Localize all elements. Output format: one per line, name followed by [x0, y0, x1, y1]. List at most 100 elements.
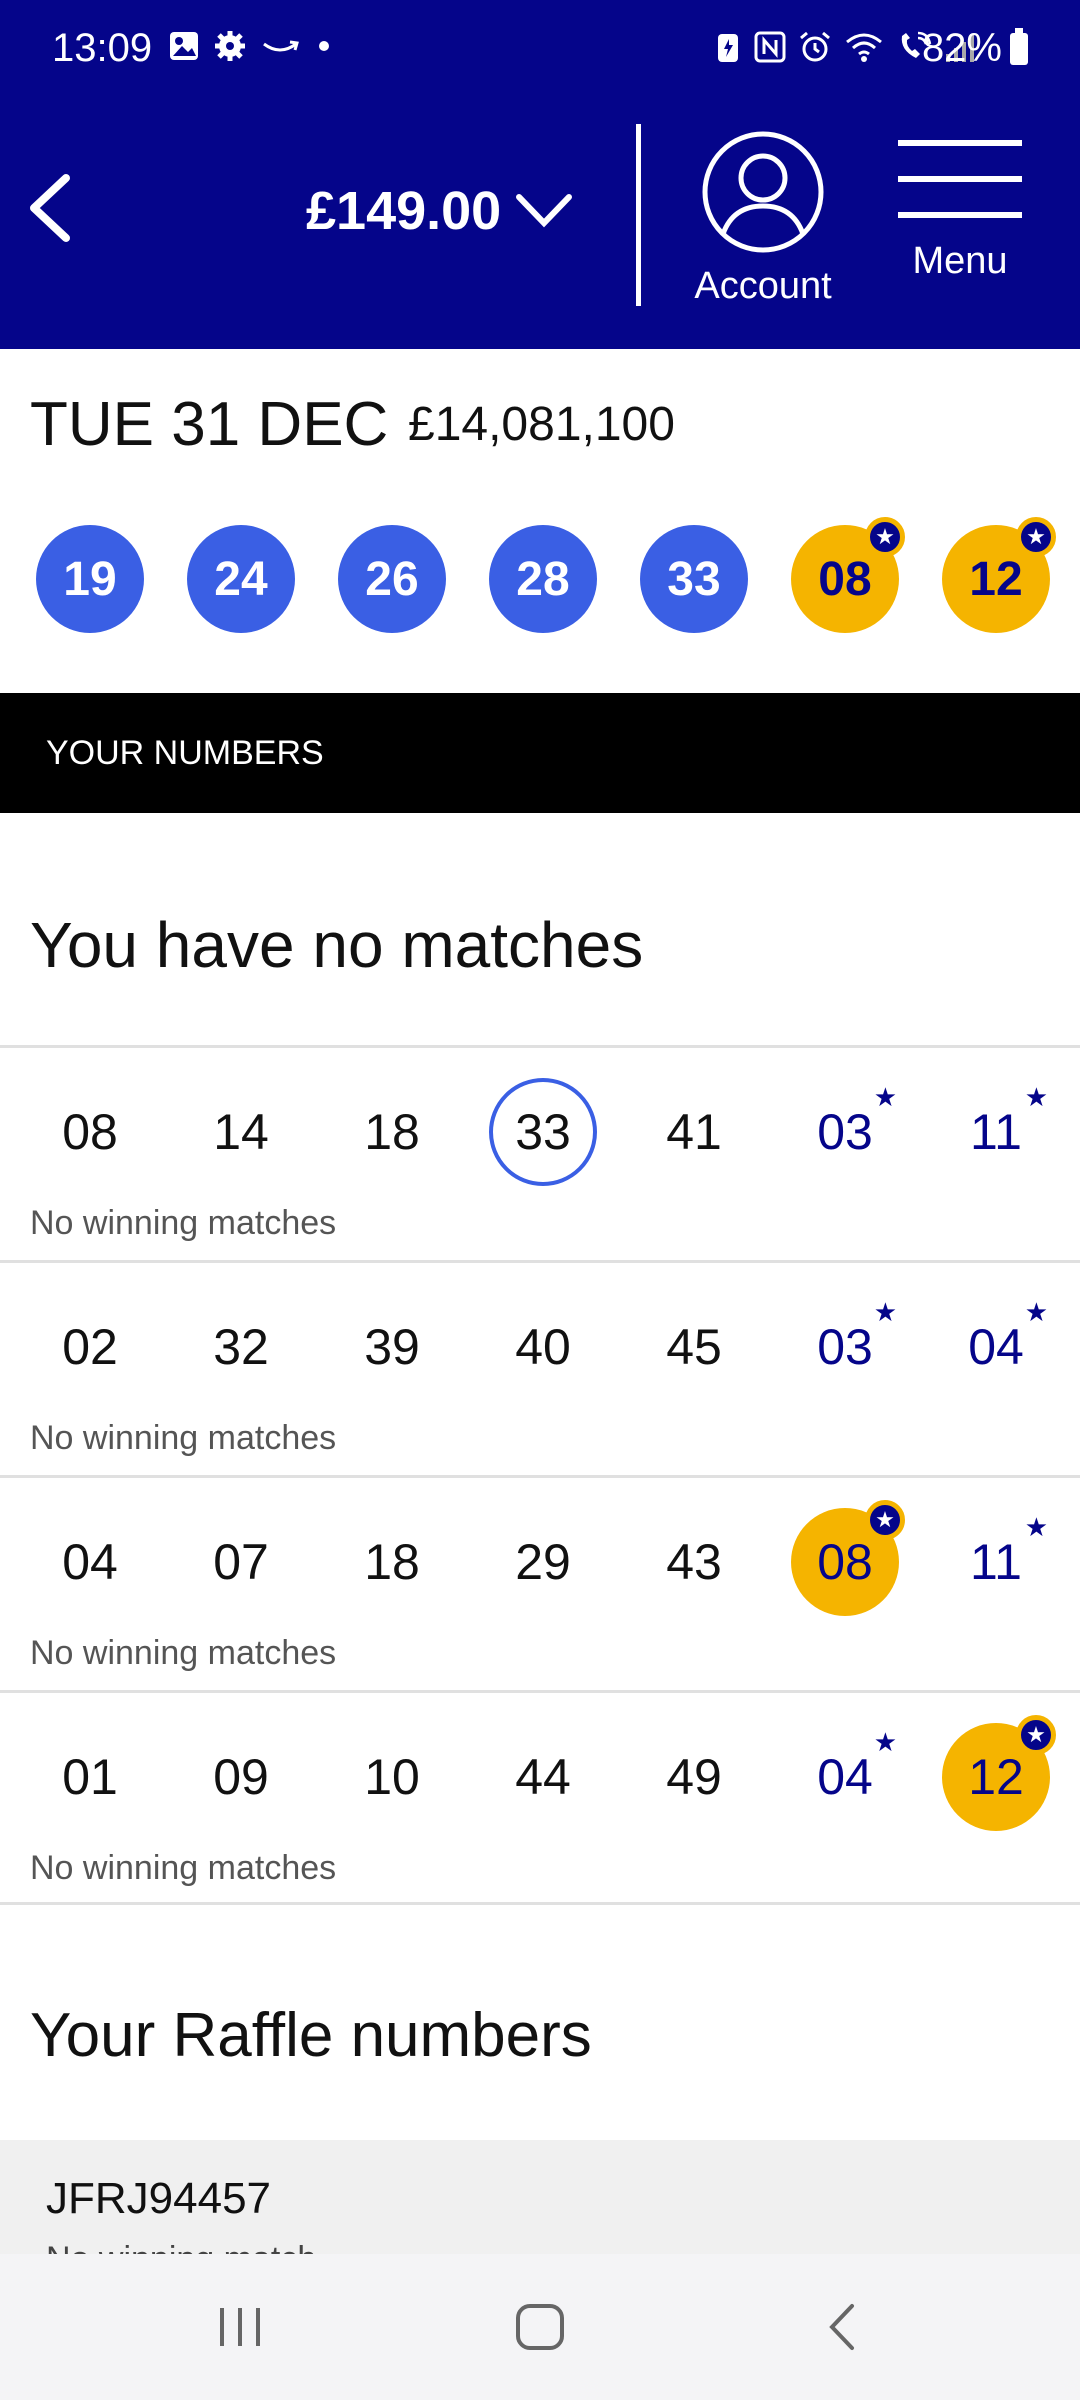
line-star-value: 03	[817, 1104, 873, 1160]
system-nav-bar	[0, 2254, 1080, 2400]
line-caption: No winning matches	[30, 1849, 337, 1887]
line-number: 07	[213, 1534, 269, 1590]
ticket-line: 04 07 18 29 43 08 ★ 11 ★ No winning matche…	[0, 1475, 1080, 1690]
image-icon	[170, 32, 198, 60]
line-number: 02	[62, 1319, 118, 1375]
nfc-icon	[754, 31, 786, 63]
account-button[interactable]: Account	[680, 130, 846, 308]
line-number: 29	[515, 1534, 571, 1590]
wifi-icon	[846, 33, 882, 62]
home-icon[interactable]	[510, 2302, 570, 2352]
match-summary: You have no matches	[30, 909, 644, 981]
lucky-star-value: 08	[818, 552, 872, 606]
line-star-value: 08	[817, 1534, 873, 1590]
line-star-value: 12	[968, 1749, 1024, 1805]
main-ball: 19	[36, 525, 144, 633]
star-icon: ★	[1024, 1082, 1048, 1112]
line-number: 14	[213, 1104, 269, 1160]
line-star-value: 04	[968, 1319, 1024, 1375]
line-number: 40	[515, 1319, 571, 1375]
draw-date: TUE 31 DEC	[30, 390, 389, 459]
star-icon: ★	[865, 1500, 905, 1540]
account-label: Account	[694, 265, 832, 307]
main-ball: 24	[187, 525, 295, 633]
line-number: 18	[364, 1104, 420, 1160]
line-star: 03 ★	[791, 1293, 899, 1401]
back-icon[interactable]	[814, 2302, 874, 2352]
line-star-matched: 08 ★	[791, 1500, 905, 1616]
menu-button[interactable]: Menu	[890, 140, 1030, 283]
back-arrow-icon[interactable]	[22, 168, 82, 248]
battery-indicator: 82%	[922, 26, 1028, 71]
star-icon: ★	[1016, 1715, 1056, 1755]
lucky-star-value: 12	[969, 552, 1023, 606]
menu-label: Menu	[912, 240, 1008, 282]
amazon-icon	[263, 40, 299, 52]
line-star: 04 ★	[791, 1723, 899, 1831]
line-number: 18	[364, 1534, 420, 1590]
line-number: 43	[666, 1534, 722, 1590]
balance-dropdown[interactable]: £149.00	[306, 180, 573, 242]
line-star-value: 04	[817, 1749, 873, 1805]
star-icon: ★	[873, 1082, 897, 1112]
line-star: 04 ★	[942, 1293, 1050, 1401]
line-number: 04	[62, 1534, 118, 1590]
gear-icon	[215, 31, 245, 61]
ticket-line: 01 09 10 44 49 04 ★ 12 ★ No winning matche…	[0, 1690, 1080, 1905]
star-icon: ★	[1024, 1512, 1048, 1542]
account-icon	[702, 131, 824, 253]
ticket-line: 02 32 39 40 45 03 ★ 04 ★ No winning matche…	[0, 1260, 1080, 1475]
hamburger-icon	[898, 140, 1022, 218]
raffle-card[interactable]: JFRJ94457 No winning match	[0, 2140, 1080, 2278]
line-star: 11 ★	[942, 1508, 1050, 1616]
alarm-icon	[800, 31, 830, 62]
winning-numbers: 19 24 26 28 33 08 ★ 12 ★	[36, 517, 1056, 633]
line-number: 41	[666, 1104, 722, 1160]
status-bar: 13:09 82%	[0, 0, 1080, 100]
draw-jackpot: £14,081,100	[408, 398, 675, 451]
line-number: 49	[666, 1749, 722, 1805]
line-star-value: 11	[970, 1534, 1022, 1590]
ticket-line: 08 14 18 33 41 03 ★ 11 ★ No winning matche…	[0, 1045, 1080, 1260]
line-number: 45	[666, 1319, 722, 1375]
line-number: 01	[62, 1749, 118, 1805]
battery-percent: 82%	[921, 26, 1002, 70]
ticket-lines: 08 14 18 33 41 03 ★ 11 ★ No winning matche…	[0, 1045, 1080, 1905]
balance-amount: £149.00	[306, 181, 502, 241]
main-ball: 33	[640, 525, 748, 633]
star-icon: ★	[1024, 1297, 1048, 1327]
chevron-down-icon	[516, 194, 573, 228]
line-caption: No winning matches	[30, 1204, 337, 1242]
line-caption: No winning matches	[30, 1634, 337, 1672]
header-divider	[636, 124, 641, 306]
star-icon: ★	[873, 1727, 897, 1757]
raffle-title: Your Raffle numbers	[30, 2001, 592, 2070]
line-star-value: 11	[970, 1104, 1022, 1160]
lucky-star-ball: 08 ★	[791, 517, 905, 633]
line-number: 32	[213, 1319, 269, 1375]
status-time: 13:09	[52, 26, 153, 70]
star-icon: ★	[873, 1297, 897, 1327]
line-star: 11 ★	[942, 1078, 1050, 1186]
status-left-icons	[168, 30, 334, 62]
battery-saver-icon	[718, 34, 738, 62]
line-star: 03 ★	[791, 1078, 899, 1186]
line-caption: No winning matches	[30, 1419, 337, 1457]
line-number: 39	[364, 1319, 420, 1375]
line-star-matched: 12 ★	[942, 1715, 1056, 1831]
line-number-matched: 33	[489, 1078, 597, 1186]
star-icon: ★	[1016, 517, 1056, 557]
main-ball: 26	[338, 525, 446, 633]
your-numbers-header: YOUR NUMBERS	[0, 693, 1080, 813]
recents-icon[interactable]	[210, 2302, 270, 2352]
app-header: £149.00 Account Menu	[0, 100, 1080, 349]
line-number: 44	[515, 1749, 571, 1805]
line-star-value: 03	[817, 1319, 873, 1375]
star-icon: ★	[865, 517, 905, 557]
lucky-star-ball: 12 ★	[942, 517, 1056, 633]
line-number: 08	[62, 1104, 118, 1160]
main-ball: 28	[489, 525, 597, 633]
dot-icon	[319, 41, 329, 51]
line-number: 10	[364, 1749, 420, 1805]
battery-icon	[1010, 27, 1028, 65]
